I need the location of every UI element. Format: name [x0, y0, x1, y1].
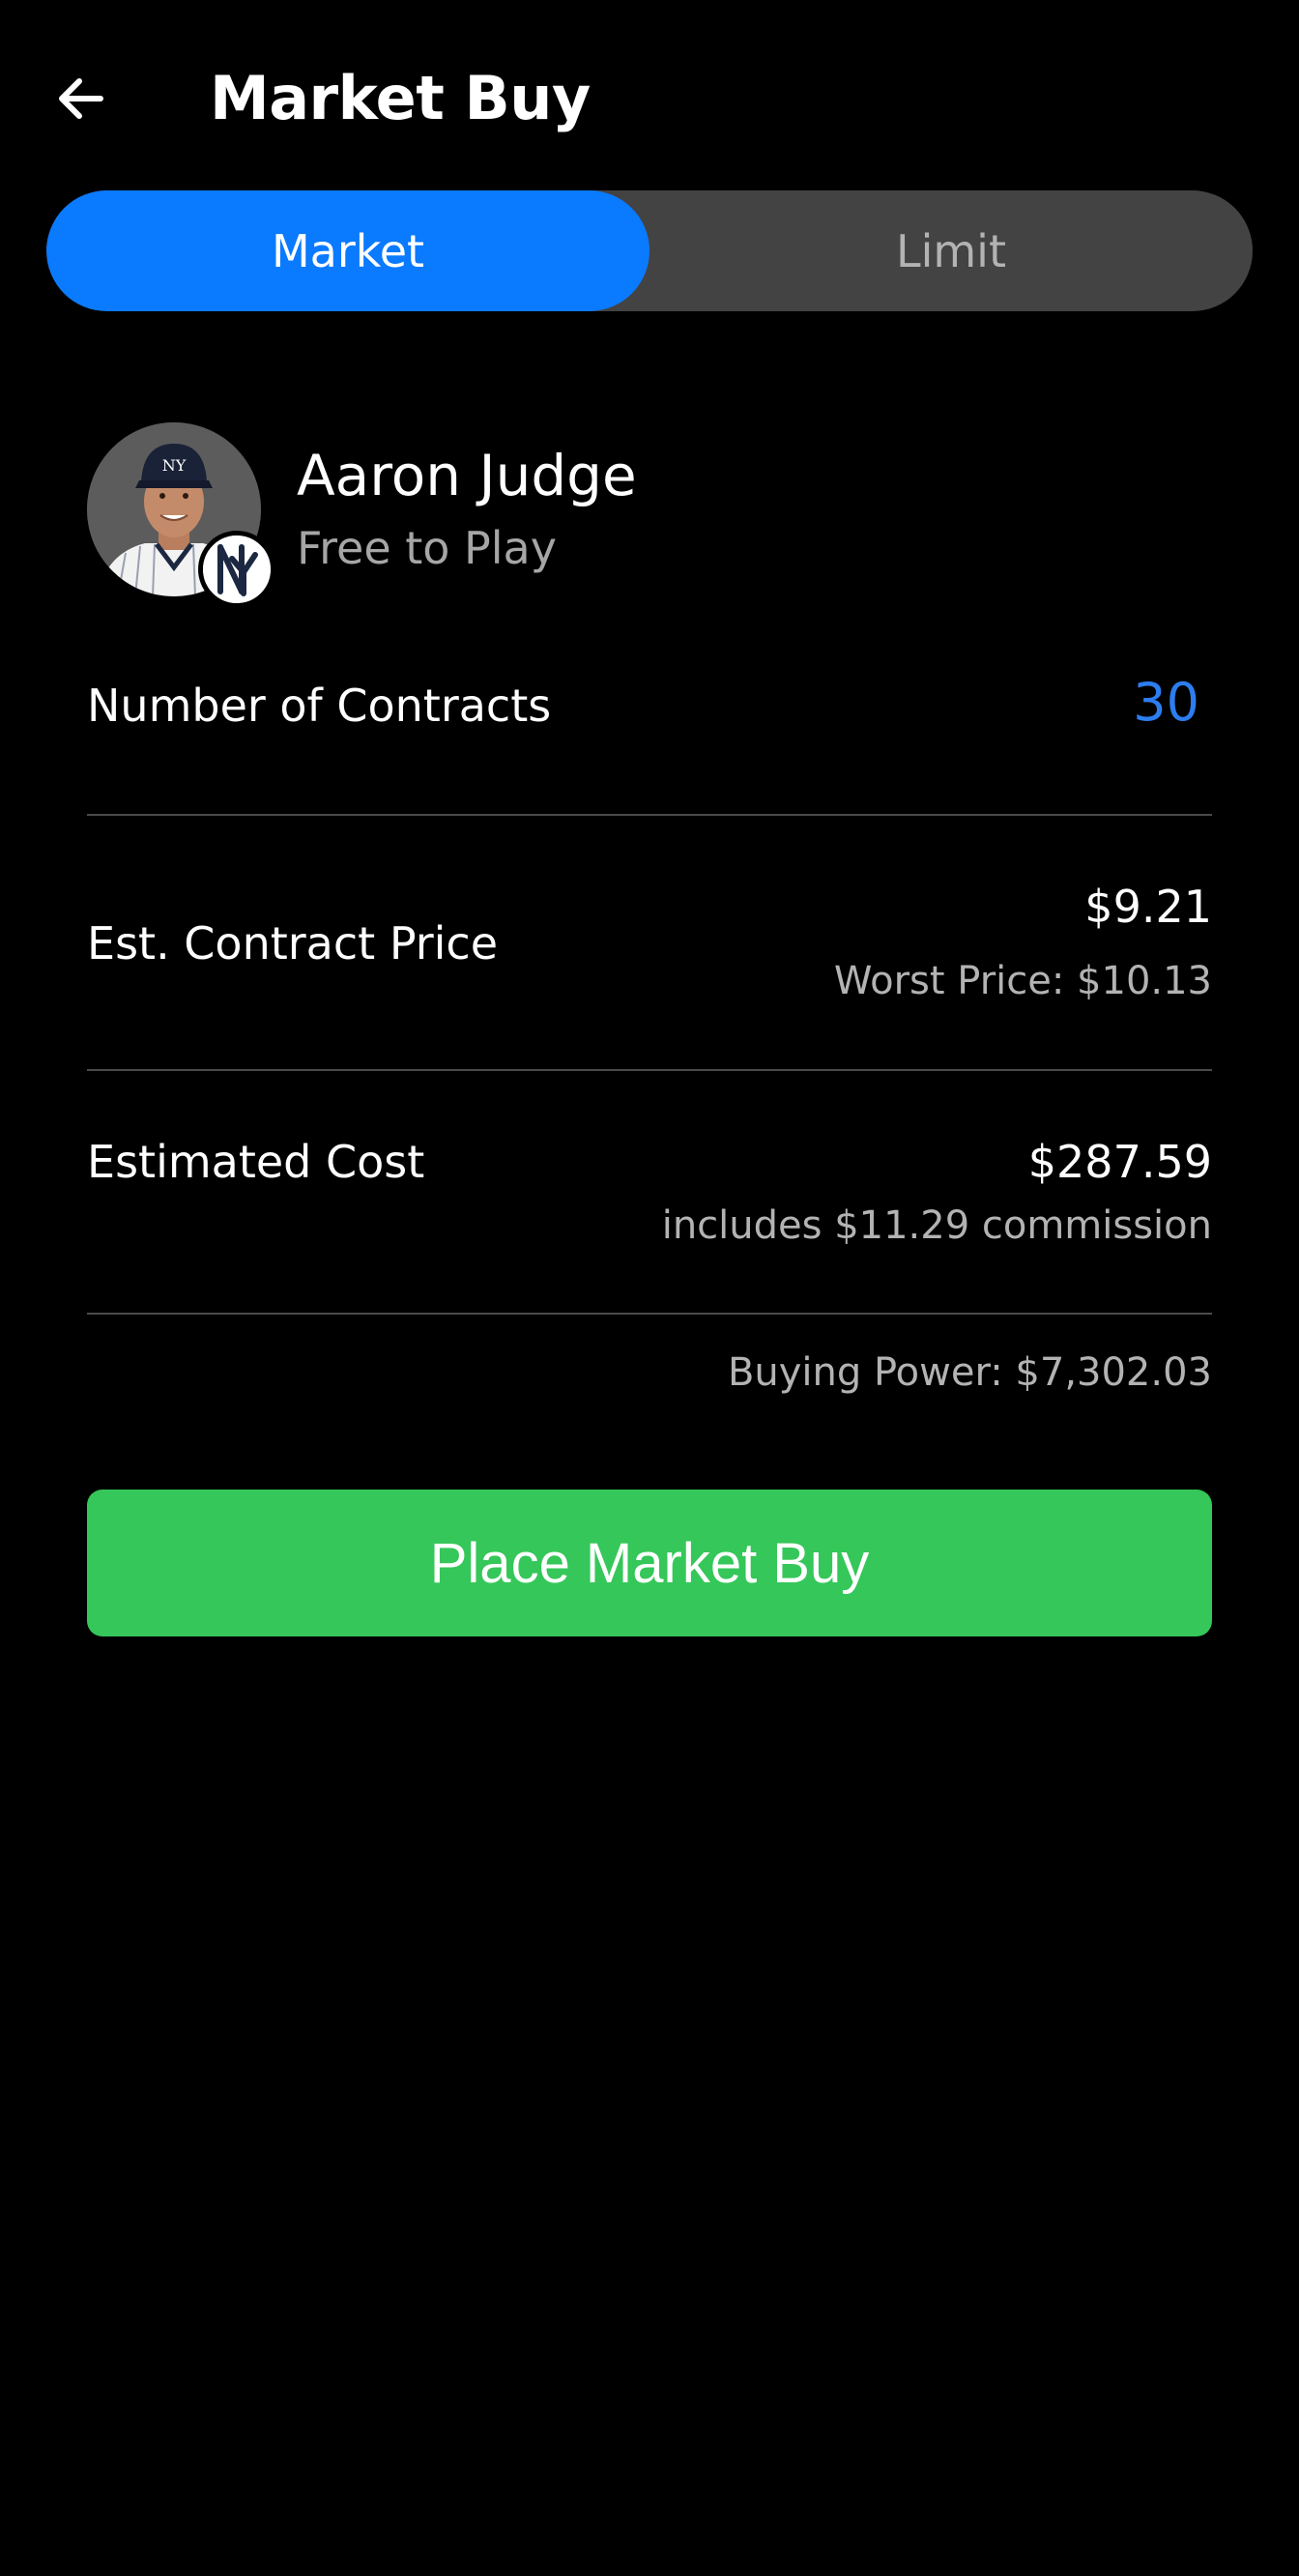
divider: [87, 1313, 1212, 1315]
svg-text:NY: NY: [162, 456, 187, 475]
header: Market Buy: [0, 0, 1299, 193]
page-title: Market Buy: [210, 63, 591, 133]
player-card: NY Aaron Judge Free to Play: [87, 422, 764, 608]
divider: [87, 814, 1212, 816]
commission-note: includes $11.29 commission: [661, 1203, 1212, 1248]
contract-price-label: Est. Contract Price: [87, 917, 499, 970]
estimated-cost-label: Estimated Cost: [87, 1136, 425, 1188]
tab-limit[interactable]: Limit: [650, 190, 1253, 311]
order-type-toggle: Limit Market: [46, 190, 1253, 311]
player-name: Aaron Judge: [297, 443, 637, 508]
place-market-buy-button[interactable]: Place Market Buy: [87, 1490, 1212, 1636]
arrow-left-icon: [59, 78, 103, 119]
contracts-label: Number of Contracts: [87, 680, 552, 732]
contracts-input[interactable]: 30: [1133, 674, 1199, 732]
worst-price: Worst Price: $10.13: [833, 959, 1212, 1003]
buying-power: Buying Power: $7,302.03: [727, 1350, 1212, 1395]
back-button[interactable]: [46, 64, 116, 133]
player-subtitle: Free to Play: [297, 522, 557, 574]
team-logo-icon: [198, 531, 275, 608]
contract-price-value: $9.21: [1084, 881, 1212, 933]
estimated-cost-value: $287.59: [1027, 1136, 1212, 1188]
tab-market[interactable]: Market: [46, 190, 650, 311]
divider: [87, 1069, 1212, 1071]
